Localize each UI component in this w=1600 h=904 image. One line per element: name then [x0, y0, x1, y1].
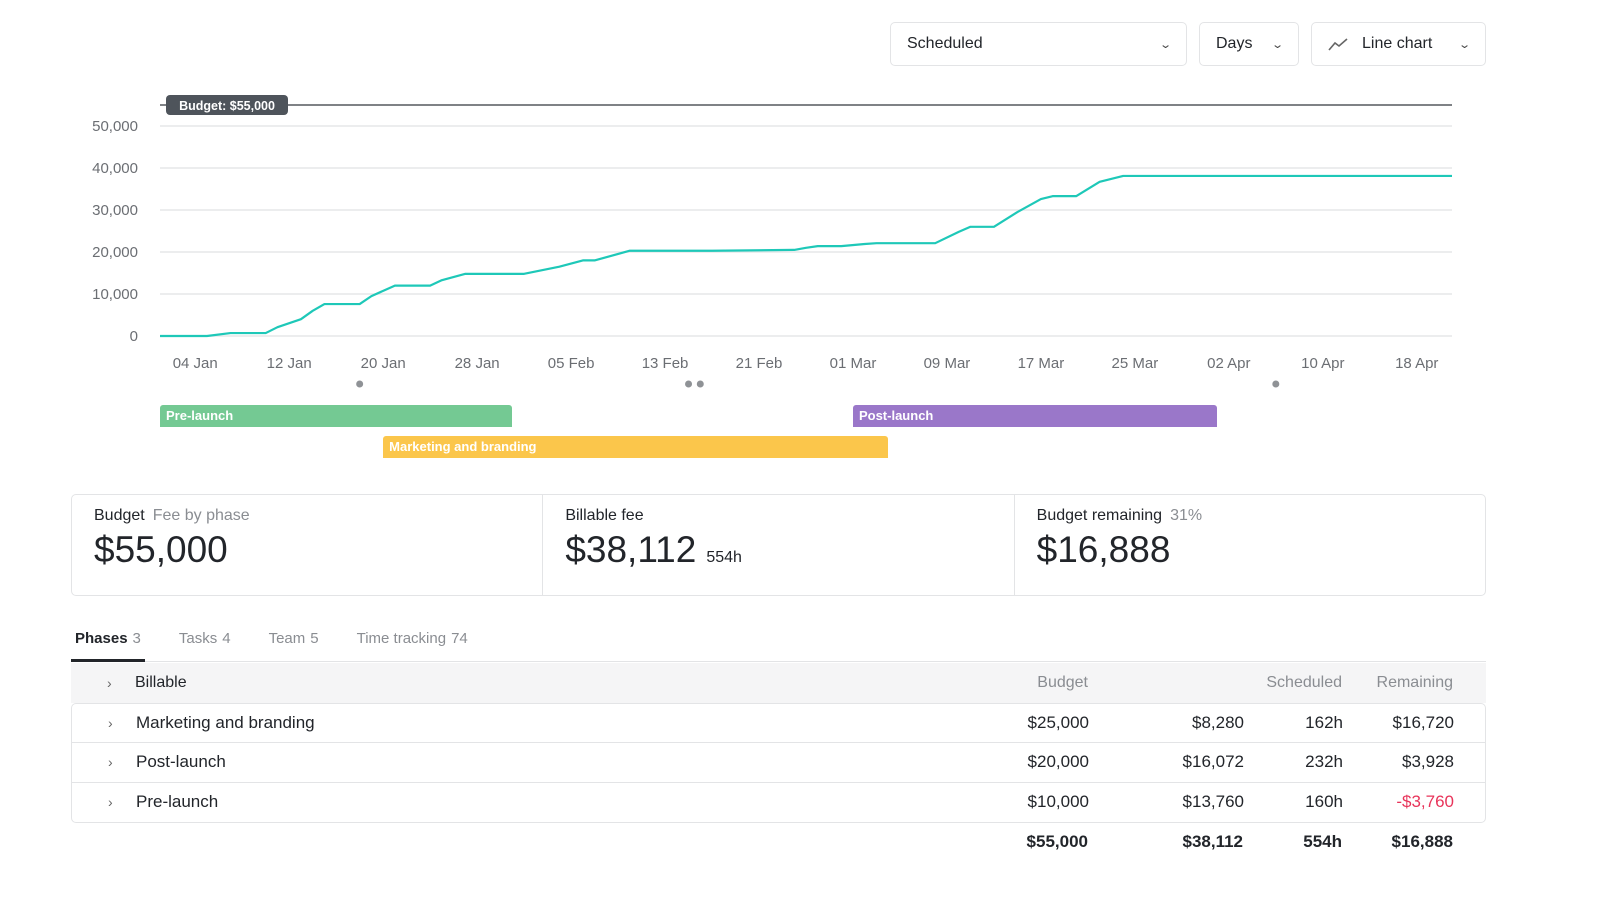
chart-type-select[interactable]: Line chart ⌄: [1311, 22, 1486, 66]
x-tick-label: 21 Feb: [736, 355, 783, 372]
scheduled-line: [160, 174, 1452, 338]
total-remaining: $16,888: [1391, 832, 1453, 851]
total-budget: $55,000: [1026, 832, 1088, 851]
x-tick-label: 12 Jan: [267, 355, 312, 372]
budget-value: $55,000: [94, 529, 228, 570]
interval-select[interactable]: Days ⌄: [1199, 22, 1299, 66]
remaining-value: $16,888: [1036, 529, 1171, 570]
phase-scheduled: $16,072: [1182, 752, 1244, 772]
y-tick-label: 40,000: [92, 160, 138, 177]
x-tick-label: 01 Mar: [830, 355, 877, 372]
total-scheduled: $38,112: [1182, 832, 1243, 851]
budget-label: Budget: $55,000: [179, 99, 275, 113]
remaining-label: Budget remaining: [1036, 507, 1163, 524]
chevron-right-icon[interactable]: ›: [108, 754, 113, 770]
phase-scheduled: $13,760: [1182, 792, 1244, 812]
tab-time-tracking[interactable]: Time tracking 74: [353, 626, 472, 662]
header-remaining[interactable]: Remaining: [1377, 674, 1453, 692]
phase-bar[interactable]: Pre-launch: [160, 405, 513, 427]
x-tick-label: 20 Jan: [361, 355, 406, 372]
x-tick-label: 09 Mar: [924, 355, 971, 372]
tab-count: 5: [310, 630, 319, 647]
x-tick-label: 25 Mar: [1112, 355, 1159, 372]
chevron-right-icon[interactable]: ›: [108, 794, 113, 810]
billable-value: $38,112: [565, 529, 697, 570]
billable-label: Billable fee: [565, 507, 644, 524]
line-chart-icon: [1328, 38, 1348, 51]
summary-cards: Budget Fee by phase $55,000 Billable fee …: [71, 494, 1486, 596]
phase-hours: 162h: [1305, 713, 1343, 733]
phase-table: › Marketing and branding $25,000 $8,280 …: [71, 703, 1486, 823]
phase-bar[interactable]: Marketing and branding: [383, 436, 889, 458]
tab-bar: Phases 3 Tasks 4 Team 5 Time tracking 74: [71, 626, 1486, 662]
x-tick-label: 02 Apr: [1207, 355, 1250, 372]
phase-remaining: -$3,760: [1396, 792, 1454, 812]
table-totals: $55,000 $38,112 554h $16,888: [71, 822, 1486, 862]
y-tick-label: 20,000: [92, 244, 138, 261]
tab-count: 74: [451, 630, 468, 647]
tab-label: Tasks: [178, 630, 218, 647]
tab-team[interactable]: Team 5: [265, 626, 323, 662]
phase-scheduled: $8,280: [1192, 713, 1244, 733]
phase-name[interactable]: Marketing and branding: [136, 713, 315, 733]
x-tick-label: 28 Jan: [455, 355, 500, 372]
table-row[interactable]: › Marketing and branding $25,000 $8,280 …: [72, 704, 1485, 744]
chevron-down-icon: ⌄: [1158, 38, 1172, 51]
y-tick-label: 0: [130, 328, 138, 345]
group-billable[interactable]: Billable: [135, 674, 187, 692]
phase-hours: 232h: [1305, 752, 1343, 772]
total-hours: 554h: [1303, 832, 1342, 851]
y-tick-label: 30,000: [92, 202, 138, 219]
x-tick-label: 17 Mar: [1018, 355, 1065, 372]
tab-phases[interactable]: Phases 3: [71, 626, 145, 662]
milestone-dot: [685, 380, 693, 388]
tab-label: Phases: [75, 630, 128, 647]
billable-hours: 554h: [706, 549, 742, 566]
x-tick-label: 04 Jan: [173, 355, 218, 372]
header-scheduled[interactable]: Scheduled: [1266, 674, 1342, 692]
phase-name[interactable]: Post-launch: [136, 752, 226, 772]
metric-select[interactable]: Scheduled ⌄: [890, 22, 1187, 66]
remaining-pct: 31%: [1170, 507, 1203, 524]
remaining-card: Budget remaining 31% $16,888: [1015, 495, 1485, 595]
header-budget[interactable]: Budget: [1037, 674, 1088, 692]
x-tick-label: 10 Apr: [1301, 355, 1344, 372]
phase-hours: 160h: [1305, 792, 1343, 812]
tab-label: Team: [268, 630, 306, 647]
x-tick-label: 18 Apr: [1395, 355, 1438, 372]
table-header: › Billable Budget Scheduled Remaining: [71, 663, 1486, 703]
phase-budget: $10,000: [1027, 792, 1089, 812]
x-tick-label: 13 Feb: [642, 355, 689, 372]
phase-remaining: $16,720: [1392, 713, 1454, 733]
tab-count: 4: [222, 630, 231, 647]
table-row[interactable]: › Pre-launch $10,000 $13,760 160h -$3,76…: [72, 783, 1485, 822]
phase-name[interactable]: Pre-launch: [136, 792, 218, 812]
chart-type-value: Line chart: [1362, 35, 1433, 52]
chevron-right-icon[interactable]: ›: [107, 675, 112, 691]
budget-card: Budget Fee by phase $55,000: [72, 495, 544, 595]
phase-bar[interactable]: Post-launch: [852, 405, 1218, 427]
tab-label: Time tracking: [356, 630, 447, 647]
milestone-dot: [356, 380, 364, 388]
milestone-dot: [696, 380, 704, 388]
tab-count: 3: [132, 630, 141, 647]
phase-budget: $25,000: [1027, 713, 1089, 733]
phase-remaining: $3,928: [1402, 752, 1454, 772]
milestone-dot: [1272, 380, 1280, 388]
interval-select-value: Days: [1216, 35, 1253, 52]
chevron-down-icon: ⌄: [1457, 38, 1471, 51]
y-tick-label: 50,000: [92, 118, 138, 135]
budget-sub[interactable]: Fee by phase: [153, 507, 250, 524]
budget-label: Budget: [94, 507, 145, 524]
billable-card: Billable fee $38,112 554h: [543, 495, 1015, 595]
x-tick-label: 05 Feb: [548, 355, 595, 372]
tab-tasks[interactable]: Tasks 4: [175, 626, 235, 662]
metric-select-value: Scheduled: [907, 35, 983, 52]
table-row[interactable]: › Post-launch $20,000 $16,072 232h $3,92…: [72, 743, 1485, 783]
phase-budget: $20,000: [1027, 752, 1089, 772]
chevron-right-icon[interactable]: ›: [108, 715, 113, 731]
chevron-down-icon: ⌄: [1270, 38, 1284, 51]
y-tick-label: 10,000: [92, 286, 138, 303]
